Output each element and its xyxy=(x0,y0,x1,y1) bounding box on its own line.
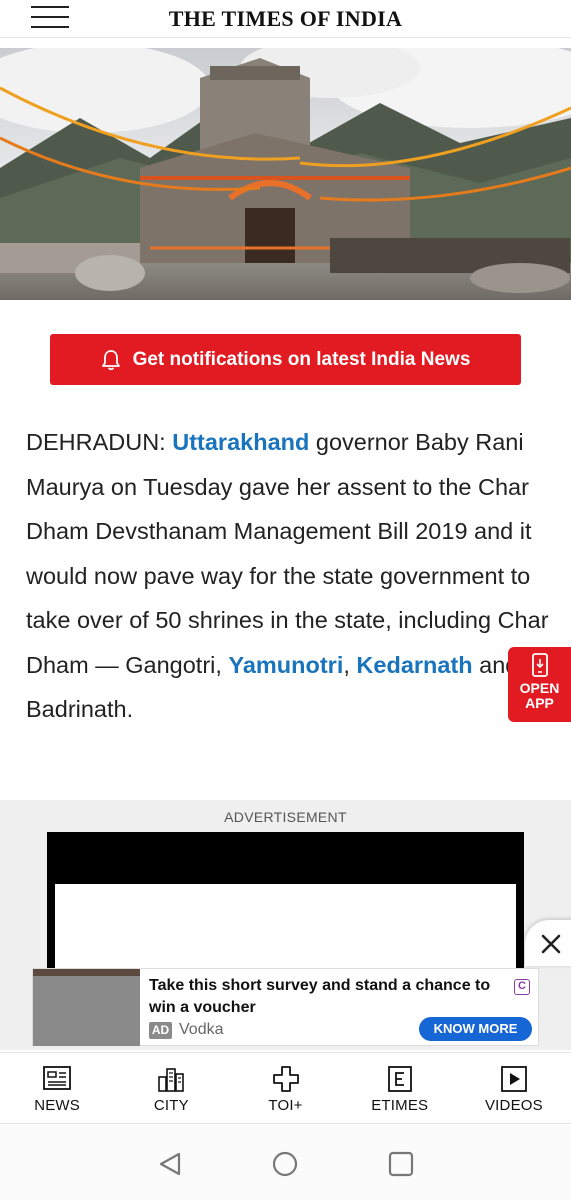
nav-label-news: NEWS xyxy=(34,1097,80,1114)
hero-image xyxy=(0,48,571,300)
link-kedarnath[interactable]: Kedarnath xyxy=(356,652,472,678)
open-app-line2: APP xyxy=(525,695,554,711)
page: THE TIMES OF INDIA Get notifications on … xyxy=(0,0,571,1200)
etimes-icon xyxy=(387,1066,412,1092)
nav-label-etimes: ETIMES xyxy=(371,1097,429,1114)
link-uttarakhand[interactable]: Uttarakhand xyxy=(172,429,309,455)
bell-icon xyxy=(101,349,120,370)
thumbnail-strip xyxy=(33,969,140,976)
banner-ad[interactable]: Take this short survey and stand a chanc… xyxy=(32,968,539,1046)
nav-label-toi-plus: TOI+ xyxy=(268,1097,303,1114)
article-dateline: DEHRADUN: xyxy=(26,429,173,455)
nav-item-city[interactable]: CITY xyxy=(114,1053,228,1123)
notifications-button[interactable]: Get notifications on latest India News xyxy=(50,334,521,385)
nav-item-etimes[interactable]: ETIMES xyxy=(343,1053,457,1123)
top-header: THE TIMES OF INDIA xyxy=(0,0,571,38)
article-body: DEHRADUN: Uttarakhand governor Baby Rani… xyxy=(26,420,556,732)
system-nav-bar xyxy=(0,1125,571,1200)
open-app-line1: OPEN xyxy=(519,680,560,696)
article-text-1: governor Baby Rani Maurya on Tuesday gav… xyxy=(26,429,549,678)
nav-item-news[interactable]: NEWS xyxy=(0,1053,114,1123)
site-logo[interactable]: THE TIMES OF INDIA xyxy=(0,6,571,32)
adchoices-icon[interactable]: C xyxy=(514,979,530,995)
newspaper-icon xyxy=(43,1066,71,1090)
close-ad-button[interactable] xyxy=(525,920,571,966)
nav-label-videos: VIDEOS xyxy=(484,1097,543,1114)
recents-square-icon[interactable] xyxy=(386,1149,416,1179)
city-buildings-icon xyxy=(158,1068,185,1092)
banner-ad-sponsor: Vodka xyxy=(179,1021,224,1038)
notifications-button-label: Get notifications on latest India News xyxy=(132,348,471,370)
banner-ad-headline: Take this short survey and stand a chanc… xyxy=(149,977,491,1016)
nav-item-toi-plus[interactable]: TOI+ xyxy=(228,1053,342,1123)
bottom-nav: NEWS CITY TOI+ ETIMES VIDEOS xyxy=(0,1052,571,1124)
article-text-2: , xyxy=(343,651,357,678)
home-circle-icon[interactable] xyxy=(270,1149,300,1179)
banner-ad-thumbnail xyxy=(33,969,140,1046)
advertisement-label: ADVERTISEMENT xyxy=(224,809,347,825)
play-icon xyxy=(501,1066,527,1092)
close-icon xyxy=(541,934,561,954)
plus-icon xyxy=(272,1066,299,1092)
link-yamunotri[interactable]: Yamunotri xyxy=(228,652,343,678)
phone-icon xyxy=(531,653,548,677)
open-app-button[interactable]: OPEN APP xyxy=(508,647,571,722)
ad-badge: AD xyxy=(149,1022,172,1039)
know-more-button[interactable]: KNOW MORE xyxy=(419,1017,532,1041)
nav-label-city: CITY xyxy=(153,1097,189,1114)
back-triangle-icon[interactable] xyxy=(155,1149,185,1179)
nav-item-videos[interactable]: VIDEOS xyxy=(457,1053,571,1123)
